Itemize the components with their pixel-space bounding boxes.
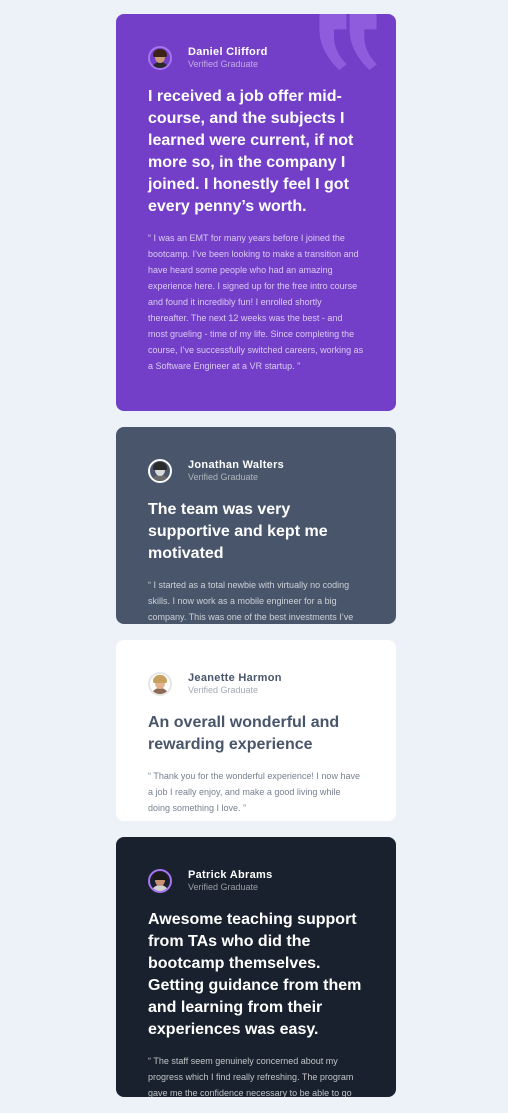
avatar [148,459,172,483]
author-name: Patrick Abrams [188,869,273,881]
testimonial-headline: An overall wonderful and rewarding exper… [148,714,340,753]
testimonials-column: Daniel Clifford Verified Graduate I rece… [116,14,396,1113]
avatar [148,46,172,70]
author-name: Jonathan Walters [188,459,285,471]
author-role: Verified Graduate [188,685,259,695]
testimonial-body: “ I was an EMT for many years before I j… [148,233,364,371]
author-row: Jeanette Harmon Verified Graduate [148,672,364,696]
author-role: Verified Graduate [188,59,259,69]
author-name: Jeanette Harmon [188,672,282,684]
avatar [148,869,172,893]
author-name: Daniel Clifford [188,46,268,58]
testimonial-headline: I received a job offer mid-course, and t… [148,88,354,215]
author-row: Patrick Abrams Verified Graduate [148,869,364,893]
testimonial-body: “ I started as a total newbie with virtu… [148,580,354,622]
testimonial-body: “ Thank you for the wonderful experience… [148,771,360,813]
testimonial-headline: The team was very supportive and kept me… [148,501,328,562]
author-row: Daniel Clifford Verified Graduate [148,46,364,70]
avatar [148,672,172,696]
author-row: Jonathan Walters Verified Graduate [148,459,364,483]
author-role: Verified Graduate [188,882,259,892]
author-role: Verified Graduate [188,472,259,482]
testimonial-card: Daniel Clifford Verified Graduate I rece… [116,14,396,411]
testimonial-headline: Awesome teaching support from TAs who di… [148,911,362,1038]
testimonial-card: Jonathan Walters Verified Graduate The t… [116,427,396,624]
testimonial-body: “ The staff seem genuinely concerned abo… [148,1056,354,1097]
testimonial-card: Patrick Abrams Verified Graduate Awesome… [116,837,396,1097]
testimonial-card: Jeanette Harmon Verified Graduate An ove… [116,640,396,821]
